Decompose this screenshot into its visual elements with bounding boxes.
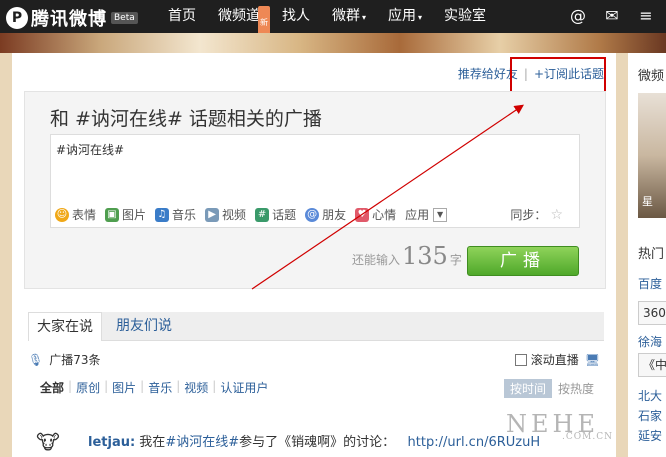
beta-badge: Beta (111, 12, 138, 24)
nav-apps[interactable]: 应用 ▾ (388, 0, 422, 33)
hot-topic-item[interactable]: 徐海 (638, 333, 662, 350)
top-icons: @ ✉ ≡ (554, 6, 656, 26)
chevron-down-icon: ▾ (418, 13, 423, 22)
hot-topics-title: 热门 (638, 247, 665, 262)
tencent-weibo-logo[interactable]: P 腾讯微博 Beta (6, 5, 138, 31)
hot-topic-item[interactable]: 360 (638, 301, 666, 325)
at-icon[interactable]: @ (568, 6, 588, 26)
hot-topic-item[interactable]: 北大 (638, 387, 662, 404)
mail-icon[interactable]: ✉ (602, 6, 622, 26)
main-panel: 推荐给好友 | +订阅此话题 和 #讷河在线# 话题相关的广播 #讷河在线# ☺ 表情… (12, 53, 616, 457)
nav-home[interactable]: 首页 (168, 0, 196, 33)
hot-topic-item[interactable]: 百度 (638, 275, 662, 292)
hot-topic-item[interactable]: 《中 (638, 353, 666, 377)
hot-topic-item[interactable]: 延安 (638, 427, 662, 444)
nav-lab[interactable]: 实验室 (444, 0, 486, 33)
sidebar-avatar-label: 星 (642, 195, 653, 208)
sidebar-title: 微频 (638, 69, 665, 84)
nav-groups[interactable]: 微群 ▾ (332, 0, 366, 33)
chevron-down-icon: ▾ (362, 13, 367, 22)
main-nav: 首页 微频道新 找人 微群 ▾ 应用 ▾ 实验室 (168, 0, 508, 39)
logo-mark-icon: P (6, 7, 28, 29)
hot-topic-item[interactable]: 石家 (638, 407, 662, 424)
nav-find-people[interactable]: 找人 (282, 0, 310, 33)
nav-channels[interactable]: 微频道新 (218, 0, 270, 39)
watermark: NEHE .COM.CN (506, 410, 613, 442)
annotation-arrow (251, 104, 524, 290)
logo-text: 腾讯微博 (31, 9, 107, 30)
menu-icon[interactable]: ≡ (636, 6, 656, 26)
right-sidebar: 微频 星 热门 百度 360 徐海 《中 北大 石家 延安 (628, 53, 666, 457)
decorative-banner (0, 33, 666, 53)
top-navigation-bar: P 腾讯微博 Beta 首页 微频道新 找人 微群 ▾ 应用 ▾ 实验室 @ ✉ ≡ (0, 0, 666, 39)
